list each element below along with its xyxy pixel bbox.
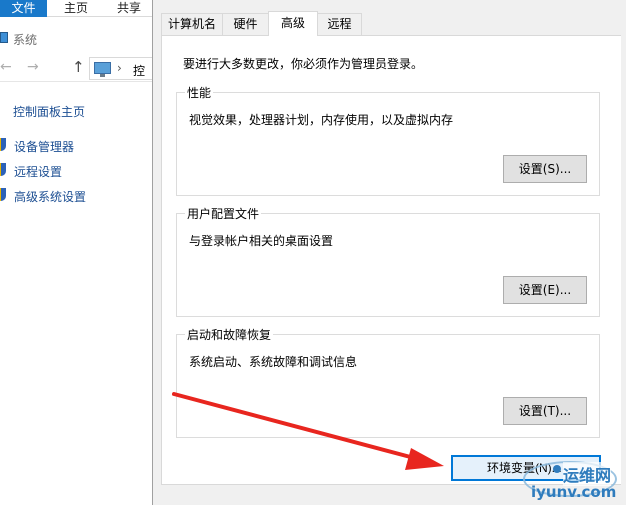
shield-icon [0, 138, 6, 151]
watermark-dot [553, 465, 561, 473]
shield-icon [0, 163, 6, 176]
ribbon-tab-home[interactable]: 主页 [64, 0, 88, 17]
ribbon-tab-share[interactable]: 共享 [117, 0, 141, 17]
address-breadcrumb[interactable]: 控 [133, 62, 145, 79]
ribbon-tabs: 文件 主页 共享 [0, 0, 152, 17]
forward-arrow-icon[interactable]: → [27, 59, 39, 75]
sidebar-item-device-manager[interactable]: 设备管理器 [0, 137, 152, 155]
system-properties-dialog: 计算机名 硬件 高级 远程 要进行大多数更改，你必须作为管理员登录。 性能 视觉… [152, 0, 626, 505]
navigation-bar: ← → ↑ › 控 [0, 56, 152, 82]
shield-icon [0, 188, 6, 201]
advanced-tab-panel: 要进行大多数更改，你必须作为管理员登录。 性能 视觉效果，处理器计划，内存使用，… [161, 35, 621, 485]
user-profiles-settings-button[interactable]: 设置(E)... [503, 276, 587, 304]
address-bar[interactable]: › 控 [89, 57, 152, 80]
performance-settings-button[interactable]: 设置(S)... [503, 155, 587, 183]
startup-recovery-settings-button[interactable]: 设置(T)... [503, 397, 587, 425]
performance-group: 性能 视觉效果，处理器计划，内存使用，以及虚拟内存 设置(S)... [176, 84, 600, 196]
group-description: 视觉效果，处理器计划，内存使用，以及虚拟内存 [189, 113, 454, 127]
ribbon-tab-file[interactable]: 文件 [0, 0, 47, 17]
sidebar-item-label: 远程设置 [14, 165, 63, 179]
system-icon [0, 32, 8, 43]
tab-computer-name[interactable]: 计算机名 [161, 13, 223, 35]
window-title: 系统 [13, 33, 38, 47]
tab-hardware[interactable]: 硬件 [222, 13, 269, 35]
user-profiles-group: 用户配置文件 与登录帐户相关的桌面设置 设置(E)... [176, 205, 600, 317]
group-title: 性能 [185, 84, 214, 101]
startup-recovery-group: 启动和故障恢复 系统启动、系统故障和调试信息 设置(T)... [176, 326, 600, 438]
sidebar-item-label: 设备管理器 [14, 140, 75, 154]
watermark-text-en: iyunv.com [531, 483, 617, 501]
tab-advanced[interactable]: 高级 [268, 11, 318, 36]
window-title-bar: 系统 [0, 28, 152, 48]
group-title: 用户配置文件 [185, 205, 262, 222]
control-panel-home-link[interactable]: 控制面板主页 [13, 103, 85, 120]
back-arrow-icon[interactable]: ← [0, 59, 12, 75]
tab-remote[interactable]: 远程 [317, 13, 362, 35]
up-arrow-icon[interactable]: ↑ [72, 58, 85, 76]
group-title: 启动和故障恢复 [185, 326, 274, 343]
sidebar-item-label: 高级系统设置 [14, 190, 87, 204]
admin-notice: 要进行大多数更改，你必须作为管理员登录。 [183, 57, 424, 71]
group-description: 系统启动、系统故障和调试信息 [189, 355, 358, 369]
tab-strip: 计算机名 硬件 高级 远程 [161, 11, 621, 36]
chevron-right-icon[interactable]: › [117, 61, 122, 75]
group-description: 与登录帐户相关的桌面设置 [189, 234, 334, 248]
computer-icon [94, 62, 111, 77]
watermark: 运维网 iyunv.com [519, 455, 626, 505]
explorer-window: 文件 主页 共享 系统 ← → ↑ › 控 控制面板主页 设备管理器 远程设置 … [0, 0, 152, 505]
sidebar-item-remote-settings[interactable]: 远程设置 [0, 162, 152, 180]
sidebar-item-advanced-settings[interactable]: 高级系统设置 [0, 187, 152, 205]
